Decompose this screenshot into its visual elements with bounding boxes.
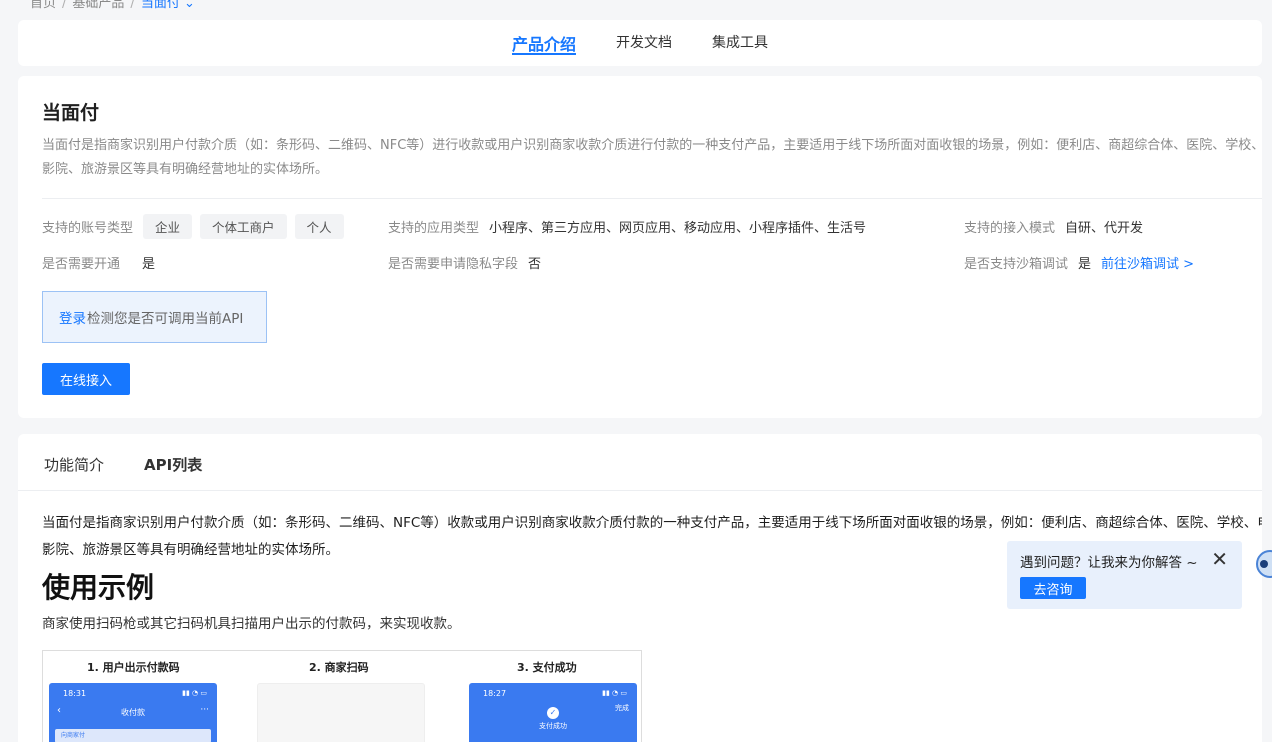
account-type-tag: 个人 bbox=[294, 214, 344, 239]
access-mode-label: 支持的接入模式 bbox=[964, 221, 1056, 236]
product-description: 当面付是指商家识别用户付款介质（如：条形码、二维码、NFC等）进行收款或用户识别… bbox=[42, 138, 1262, 177]
app-types-value: 小程序、第三方应用、网页应用、移动应用、小程序插件、生活号 bbox=[489, 221, 867, 236]
sandbox-row: 是否支持沙箱调试 是 前往沙箱调试 > bbox=[964, 253, 1194, 272]
privacy-row: 是否需要申请隐私字段 否 bbox=[388, 253, 541, 272]
robot-eye bbox=[1260, 560, 1268, 568]
api-check-box: 登录 检测您是否可调用当前API bbox=[42, 291, 267, 343]
need-open-label: 是否需要开通 bbox=[42, 257, 121, 272]
tab-product-intro[interactable]: 产品介绍 bbox=[511, 31, 577, 66]
phone-status: 支付成功 bbox=[539, 722, 567, 730]
content-tabs: 功能简介 API列表 bbox=[44, 454, 202, 475]
signal-icon: ▮▮ ◔ ▭ bbox=[182, 689, 207, 697]
help-question: 遇到问题？让我来为你解答 ~ bbox=[1020, 555, 1198, 571]
breadcrumb-home[interactable]: 首页 bbox=[30, 0, 56, 11]
access-mode-value: 自研、代开发 bbox=[1065, 221, 1144, 236]
product-title: 当面付 bbox=[42, 102, 100, 124]
phone-screenshot-merchant-scan bbox=[257, 683, 425, 742]
top-tab-bar: 产品介绍 开发文档 集成工具 bbox=[18, 20, 1262, 66]
privacy-value: 否 bbox=[528, 257, 542, 272]
app-types-row: 支持的应用类型 小程序、第三方应用、网页应用、移动应用、小程序插件、生活号 bbox=[388, 217, 866, 236]
sandbox-link[interactable]: 前往沙箱调试 > bbox=[1101, 253, 1194, 272]
phone-done: 完成 bbox=[615, 704, 629, 712]
account-type-tag: 个体工商户 bbox=[200, 214, 287, 239]
breadcrumb-basic-products[interactable]: 基础产品 bbox=[72, 0, 124, 11]
breadcrumb: 首页 / 基础产品 / 当面付 ⌄ bbox=[30, 0, 195, 11]
phone-title: 收付款 bbox=[121, 708, 145, 717]
access-mode-row: 支持的接入模式 自研、代开发 bbox=[964, 217, 1143, 236]
example-figure: 1. 用户出示付款码 2. 商家扫码 3. 支付成功 18:31 ▮▮ ◔ ▭ … bbox=[42, 650, 642, 742]
signal-icon: ▮▮ ◔ ▭ bbox=[602, 689, 627, 697]
tab-function-intro[interactable]: 功能简介 bbox=[44, 454, 104, 475]
close-icon[interactable]: ✕ bbox=[1211, 547, 1228, 571]
account-types-row: 支持的账号类型 企业 个体工商户 个人 bbox=[42, 214, 352, 239]
account-types-label: 支持的账号类型 bbox=[42, 221, 134, 236]
chevron-down-icon[interactable]: ⌄ bbox=[184, 0, 195, 11]
example-description: 商家使用扫码枪或其它扫码机具扫描用户出示的付款码，来实现收款。 bbox=[42, 616, 461, 632]
privacy-label: 是否需要申请隐私字段 bbox=[388, 257, 519, 272]
phone-screenshot-payment-success: 18:27 ▮▮ ◔ ▭ 完成 ✓ 支付成功 bbox=[469, 683, 637, 742]
need-open-row: 是否需要开通 是 bbox=[42, 253, 155, 272]
phone-time: 18:31 bbox=[63, 689, 87, 698]
tab-dev-docs[interactable]: 开发文档 bbox=[616, 32, 672, 66]
success-icon: ✓ bbox=[547, 707, 559, 719]
phone-time: 18:27 bbox=[483, 689, 507, 698]
help-popup: 遇到问题？让我来为你解答 ~ ✕ 去咨询 bbox=[1007, 541, 1242, 609]
step-label: 2. 商家扫码 bbox=[309, 661, 369, 674]
product-overview-card: 当面付 当面付是指商家识别用户付款介质（如：条形码、二维码、NFC等）进行收款或… bbox=[18, 76, 1262, 418]
breadcrumb-current[interactable]: 当面付 bbox=[141, 0, 180, 11]
divider bbox=[42, 198, 1262, 199]
login-check-text: 检测您是否可调用当前API bbox=[87, 311, 244, 327]
sandbox-label: 是否支持沙箱调试 bbox=[964, 257, 1069, 272]
assistant-robot-icon[interactable] bbox=[1256, 542, 1272, 584]
step-label: 3. 支付成功 bbox=[517, 661, 577, 674]
app-types-label: 支持的应用类型 bbox=[388, 221, 480, 236]
divider bbox=[18, 490, 1262, 491]
need-open-value: 是 bbox=[142, 257, 156, 272]
account-type-tag: 企业 bbox=[143, 214, 193, 239]
example-title: 使用示例 bbox=[42, 571, 155, 604]
more-icon: ··· bbox=[200, 705, 209, 715]
tab-integration-tools[interactable]: 集成工具 bbox=[712, 32, 768, 66]
login-link[interactable]: 登录 bbox=[59, 307, 86, 327]
consult-button[interactable]: 去咨询 bbox=[1020, 577, 1086, 599]
phone-screenshot-payment-code: 18:31 ▮▮ ◔ ▭ ‹ 收付款 ··· 向商家付 bbox=[49, 683, 217, 742]
phone-bar: 向商家付 bbox=[55, 729, 211, 742]
online-access-button[interactable]: 在线接入 bbox=[42, 363, 130, 395]
sandbox-value: 是 bbox=[1078, 257, 1092, 272]
step-label: 1. 用户出示付款码 bbox=[87, 661, 180, 674]
tab-api-list[interactable]: API列表 bbox=[144, 454, 202, 475]
